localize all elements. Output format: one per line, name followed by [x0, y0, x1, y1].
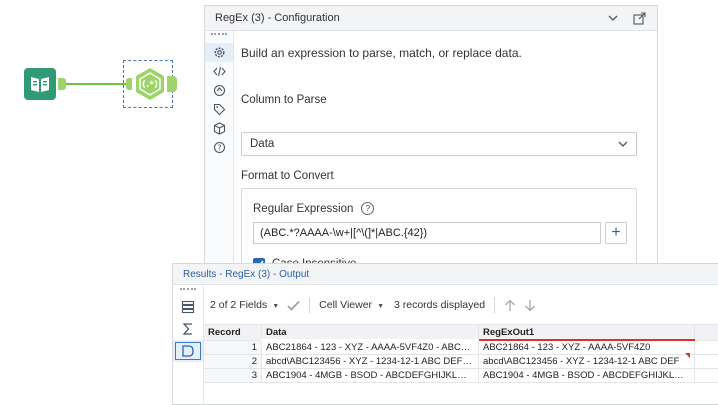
column-header-data[interactable]: Data [261, 324, 479, 341]
arrow-down-icon[interactable] [524, 299, 536, 312]
annotation-icon[interactable] [205, 81, 233, 100]
summary-sigma-icon[interactable] [173, 318, 203, 340]
drag-grip[interactable] [180, 288, 196, 296]
results-toolbar: 2 of 2 Fields ▼ Cell Viewer ▼ 3 records di… [210, 294, 536, 316]
config-header: RegEx (3) - Configuration [205, 6, 657, 31]
regexout-cell[interactable]: abcd\ABC123456 - XYZ - 1234-12-1 ABC DEF [478, 354, 695, 369]
svg-text:?: ? [217, 143, 221, 152]
configuration-panel: RegEx (3) - Configuration ? Build an exp… [204, 5, 658, 278]
data-cell[interactable]: abcd\ABC123456 - XYZ - 1234-12-1 ABC DEF… [261, 354, 479, 369]
record-cell: 2 [203, 354, 262, 369]
cell-viewer-label: Cell Viewer [319, 299, 373, 311]
table-row[interactable]: 1 ABC21864 - 123 - XYZ - AAAA-5VF4Z0 - A… [203, 339, 718, 355]
truncation-flag-icon [685, 353, 690, 358]
record-cell: 3 [203, 368, 262, 383]
cell-viewer-selector[interactable]: Cell Viewer ▼ [319, 299, 384, 311]
column-to-parse-label: Column to Parse [241, 94, 327, 106]
filler-cell [694, 339, 718, 355]
regex-input-anchor[interactable] [126, 78, 132, 90]
table-row[interactable]: 2 abcd\ABC123456 - XYZ - 1234-12-1 ABC D… [203, 354, 718, 369]
filler-cell [694, 354, 718, 369]
regexout-cell[interactable]: ABC1904 - 4MGB - BSOD - ABCDEFGHIJKLMNOP… [478, 368, 695, 383]
config-side-toolbar: ? [205, 31, 234, 266]
arrow-up-icon[interactable] [504, 299, 516, 312]
format-to-convert-label: Format to Convert [241, 170, 334, 182]
table-view-icon[interactable] [173, 296, 203, 318]
data-view-icon[interactable] [173, 340, 203, 362]
column-header-filler [694, 324, 718, 341]
column-to-parse-dropdown[interactable]: Data [241, 132, 637, 156]
regex-hexagon-icon: (.*) [136, 68, 164, 100]
tool-description: Build an expression to parse, match, or … [241, 46, 522, 60]
undock-icon[interactable] [631, 10, 647, 26]
data-cell[interactable]: ABC21864 - 123 - XYZ - AAAA-5VF4Z0 - ABC… [261, 339, 479, 355]
cube-icon[interactable] [205, 119, 233, 138]
drag-grip[interactable] [211, 33, 227, 43]
header-row: Record Data RegExOut1 [203, 324, 718, 341]
filler-cell [694, 368, 718, 383]
help-circle-icon[interactable]: ? [361, 202, 375, 215]
results-grid: Record Data RegExOut1 1 ABC21864 - 123 -… [203, 324, 718, 383]
checkmark-icon[interactable] [287, 300, 300, 311]
record-cell: 1 [203, 339, 262, 355]
chevron-down-icon [618, 141, 628, 147]
column-header-regexout1[interactable]: RegExOut1 [478, 324, 695, 341]
results-panel: Results - RegEx (3) - Output 2 of 2 Fiel… [172, 263, 718, 405]
tag-icon[interactable] [205, 100, 233, 119]
caret-down-icon: ▼ [377, 303, 384, 310]
regexout-cell[interactable]: ABC21864 - 123 - XYZ - AAAA-5VF4Z0 [478, 339, 695, 355]
code-icon[interactable] [205, 62, 233, 81]
records-count: 3 records displayed [394, 299, 486, 311]
input-data-tool[interactable] [24, 68, 56, 100]
results-title: Results - RegEx (3) - Output [173, 264, 718, 285]
insert-token-button[interactable]: + [605, 222, 627, 244]
gear-icon[interactable] [205, 43, 233, 62]
config-title: RegEx (3) - Configuration [215, 12, 340, 24]
table-row[interactable]: 3 ABC1904 - 4MGB - BSOD - ABCDEFGHIJKLMN… [203, 368, 718, 383]
results-side-toolbar [173, 285, 204, 404]
regex-tool[interactable]: (.*) [133, 66, 167, 102]
regular-expression-text: Regular Expression [253, 202, 354, 215]
regex-output-anchor[interactable] [167, 76, 177, 92]
chevron-down-icon[interactable] [605, 10, 621, 26]
config-body: Build an expression to parse, match, or … [241, 31, 645, 278]
book-input-icon [31, 77, 49, 92]
column-header-record[interactable]: Record [203, 324, 262, 341]
toolbar-divider [494, 297, 496, 313]
regular-expression-input[interactable]: (ABC.*?AAAA-\w+|[^\(]*|ABC.{42}) [253, 222, 601, 244]
input-output-anchor[interactable] [58, 78, 66, 90]
column-to-parse-value: Data [250, 138, 275, 150]
caret-down-icon: ▼ [272, 303, 280, 310]
regular-expression-label: Regular Expression ? [253, 202, 375, 215]
connection-wire[interactable] [66, 83, 128, 85]
help-icon[interactable]: ? [205, 138, 233, 157]
svg-text:(.*): (.*) [142, 80, 158, 90]
fields-selector[interactable]: 2 of 2 Fields ▼ [210, 299, 279, 311]
data-cell[interactable]: ABC1904 - 4MGB - BSOD - ABCDEFGHIJKLMNOP… [261, 368, 479, 383]
fields-label: 2 of 2 Fields [210, 299, 268, 311]
toolbar-divider [309, 297, 311, 313]
